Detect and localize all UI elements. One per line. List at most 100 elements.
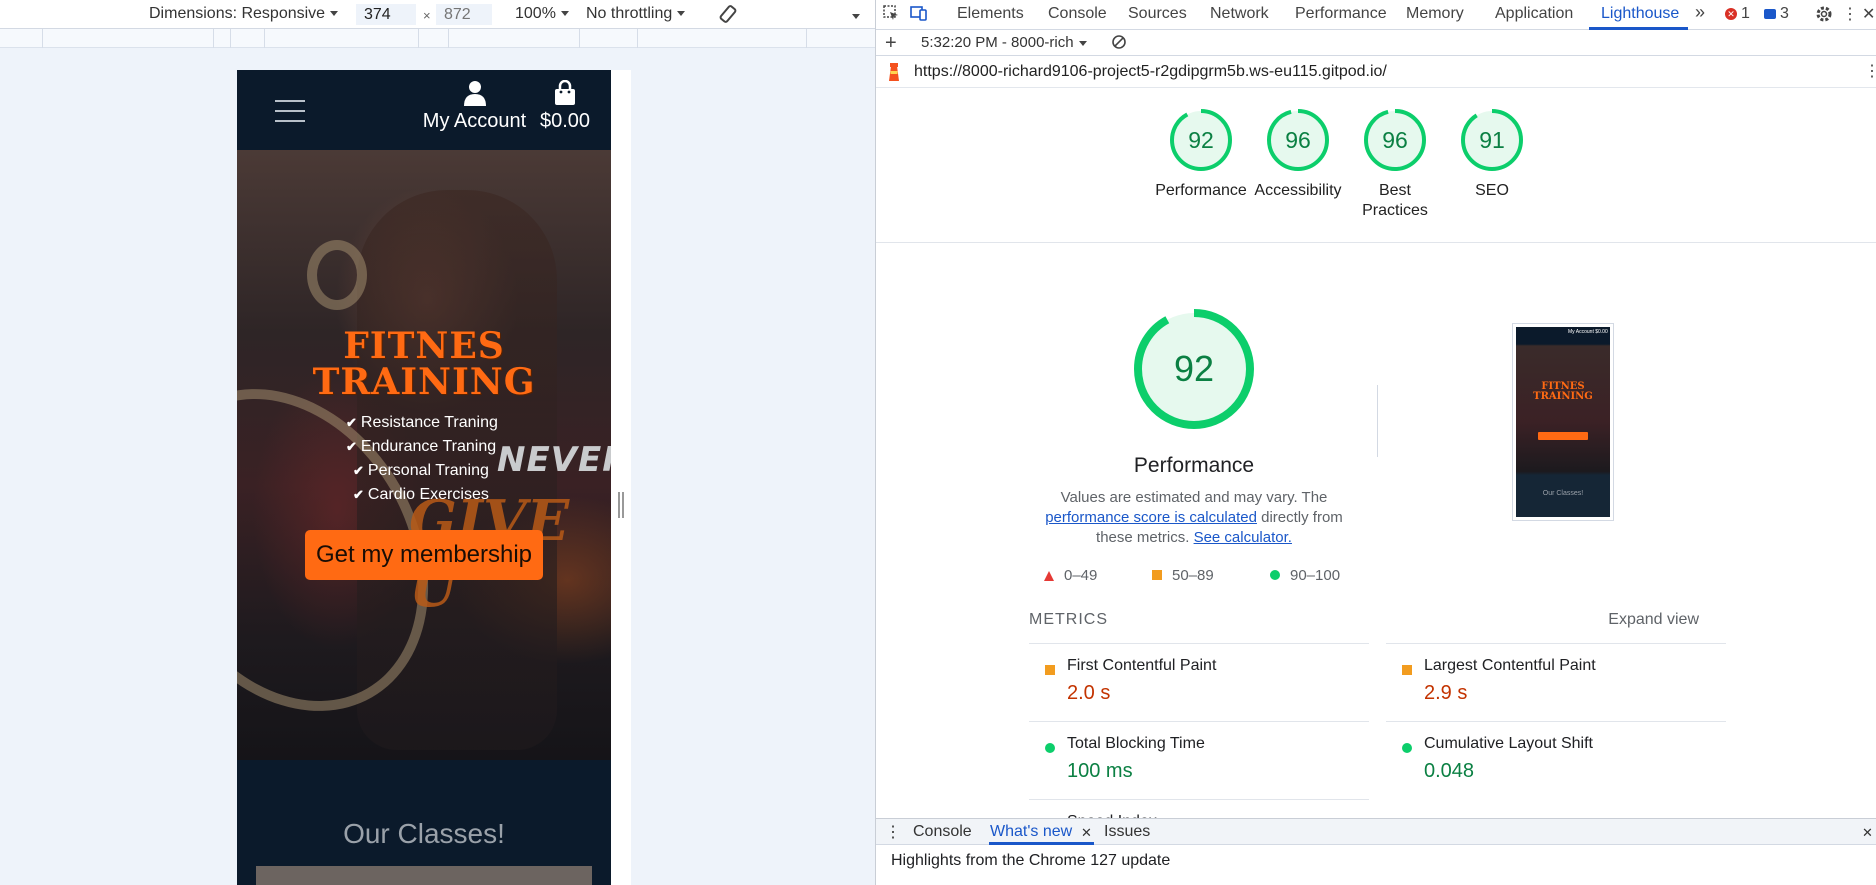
- metric-value: 2.9 s: [1424, 682, 1468, 704]
- dimensions-label: Dimensions: Responsive: [149, 5, 326, 22]
- feature-item: ✔ Cardio Exercises: [353, 486, 489, 504]
- gauge-accessibility[interactable]: 96: [1266, 108, 1330, 172]
- gauge-label-accessibility: Accessibility: [1254, 182, 1342, 199]
- throttling-label: No throttling: [586, 5, 673, 22]
- gauge-value: 96: [1382, 127, 1408, 153]
- console-drawer: ⋮ Console What's new ✕ Issues ✕ Highligh…: [876, 818, 1876, 885]
- gauge-label-performance: Performance: [1155, 182, 1247, 199]
- double-check-icon: ✔: [353, 487, 364, 502]
- inspect-element-icon[interactable]: [883, 5, 899, 26]
- errors-counter[interactable]: ✕ 1: [1725, 5, 1750, 23]
- device-mode-panel: Dimensions: Responsive × 100% No throttl…: [0, 0, 875, 885]
- chevron-down-icon: [330, 11, 339, 17]
- hero-section: NEVER GIVE U FITNES TRAINING ✔Resistance…: [237, 150, 611, 760]
- report-selector-label: 5:32:20 PM - 8000-rich: [921, 34, 1074, 51]
- drawer-tab-console[interactable]: Console: [913, 823, 972, 841]
- never-graffiti: NEVER: [497, 440, 611, 480]
- feature-item: ✔ Personal Traning: [353, 462, 489, 480]
- close-tab-icon[interactable]: ✕: [1081, 825, 1092, 841]
- tab-network[interactable]: Network: [1210, 5, 1269, 23]
- close-devtools-icon[interactable]: ✕: [1862, 4, 1875, 24]
- zoom-select[interactable]: 100%: [515, 5, 569, 23]
- get-membership-button[interactable]: Get my membership: [305, 530, 543, 580]
- new-report-icon[interactable]: +: [885, 32, 897, 55]
- error-icon: ✕: [1725, 7, 1737, 20]
- hero-title: FITNES TRAINING: [237, 328, 611, 400]
- hero-title-line1: FITNES: [343, 325, 505, 367]
- my-account-label: My Account: [422, 110, 527, 132]
- final-screenshot-thumbnail[interactable]: My Account $0.00 FITNES TRAINING Our Cla…: [1512, 323, 1614, 521]
- chevron-down-icon: [1078, 40, 1087, 46]
- hero-rope-coil: [307, 240, 367, 310]
- report-selector[interactable]: 5:32:20 PM - 8000-rich: [921, 34, 1087, 51]
- audited-url[interactable]: https://8000-richard9106-project5-r2gdip…: [914, 63, 1387, 81]
- hamburger-menu-icon[interactable]: [275, 98, 305, 124]
- metrics-heading: METRICS: [1029, 611, 1108, 628]
- messages-counter[interactable]: 3: [1764, 5, 1789, 23]
- zoom-label: 100%: [515, 5, 556, 22]
- feature-label: Cardio Exercises: [367, 486, 489, 503]
- metric-total-blocking-time: Total Blocking Time 100 ms: [1029, 721, 1369, 799]
- feature-item: ✔ Resistance Traning: [346, 414, 498, 432]
- emulated-viewport: My Account $0.00 NEVER GIVE U FITNES TRA…: [237, 70, 611, 885]
- thumbnail-button: [1538, 432, 1588, 440]
- metric-name: Cumulative Layout Shift: [1424, 735, 1593, 752]
- url-menu-icon[interactable]: ⋮: [1864, 61, 1876, 81]
- feature-label: Personal Traning: [367, 462, 489, 479]
- drawer-tab-whats-new[interactable]: What's new: [990, 823, 1072, 841]
- metric-first-contentful-paint: First Contentful Paint 2.0 s: [1029, 643, 1369, 721]
- gauge-performance[interactable]: 92: [1169, 108, 1233, 172]
- viewport-resize-handle[interactable]: [618, 492, 624, 518]
- settings-gear-icon[interactable]: [1815, 5, 1833, 28]
- metric-largest-contentful-paint: Largest Contentful Paint 2.9 s: [1386, 643, 1726, 721]
- tab-console[interactable]: Console: [1048, 5, 1107, 23]
- throttling-select[interactable]: No throttling: [586, 5, 686, 23]
- vertical-divider: [1377, 385, 1378, 457]
- thumbnail-classes: Our Classes!: [1542, 490, 1584, 497]
- basket-link[interactable]: $0.00: [537, 80, 593, 133]
- expand-view-toggle[interactable]: Expand view: [1608, 611, 1699, 629]
- message-count: 3: [1780, 5, 1789, 22]
- score-calculated-link[interactable]: performance score is calculated: [1045, 509, 1257, 526]
- more-tabs-icon[interactable]: »: [1695, 2, 1705, 23]
- gauge-value: 91: [1479, 127, 1505, 153]
- device-toggle-icon[interactable]: [910, 5, 928, 26]
- see-calculator-link[interactable]: See calculator.: [1194, 529, 1292, 546]
- close-drawer-icon[interactable]: ✕: [1862, 825, 1873, 841]
- gauge-value: 96: [1285, 127, 1311, 153]
- metric-value: 2.0 s: [1067, 682, 1111, 704]
- gauge-label-best-practices: Best Practices: [1362, 182, 1428, 219]
- whats-new-message: Highlights from the Chrome 127 update: [891, 852, 1171, 869]
- tab-performance[interactable]: Performance: [1295, 5, 1387, 23]
- gauge-best-practices[interactable]: 96: [1363, 108, 1427, 172]
- legend-fail: 0–49: [1044, 567, 1097, 584]
- my-account-link[interactable]: My Account: [422, 80, 527, 133]
- fail-triangle-icon: [1044, 571, 1054, 581]
- metric-name: Largest Contentful Paint: [1424, 657, 1596, 674]
- average-square-icon: [1045, 665, 1055, 675]
- tab-memory[interactable]: Memory: [1406, 5, 1464, 23]
- metric-name: First Contentful Paint: [1067, 657, 1217, 674]
- more-options-icon[interactable]: [852, 8, 860, 26]
- tab-sources[interactable]: Sources: [1128, 5, 1187, 23]
- media-query-ruler[interactable]: [0, 29, 875, 48]
- class-card-image[interactable]: [256, 866, 592, 885]
- dimensions-select[interactable]: Dimensions: Responsive: [149, 5, 339, 23]
- clear-reports-icon[interactable]: [1111, 34, 1127, 54]
- width-input[interactable]: [356, 4, 416, 25]
- height-input[interactable]: [436, 4, 492, 25]
- kebab-menu-icon[interactable]: ⋮: [1842, 4, 1858, 24]
- tab-lighthouse[interactable]: Lighthouse: [1601, 5, 1679, 23]
- gauge-seo[interactable]: 91: [1460, 108, 1524, 172]
- double-check-icon: ✔: [353, 463, 364, 478]
- shopping-bag-icon: [555, 80, 575, 105]
- metric-value: 100 ms: [1067, 760, 1133, 782]
- drawer-tab-issues[interactable]: Issues: [1104, 823, 1150, 841]
- basket-total: $0.00: [539, 110, 591, 132]
- drawer-menu-icon[interactable]: ⋮: [885, 822, 901, 842]
- gauge-label-seo: SEO: [1475, 182, 1509, 199]
- average-square-icon: [1402, 665, 1412, 675]
- rotate-icon[interactable]: [718, 4, 738, 29]
- tab-application[interactable]: Application: [1495, 5, 1573, 23]
- tab-elements[interactable]: Elements: [957, 5, 1024, 23]
